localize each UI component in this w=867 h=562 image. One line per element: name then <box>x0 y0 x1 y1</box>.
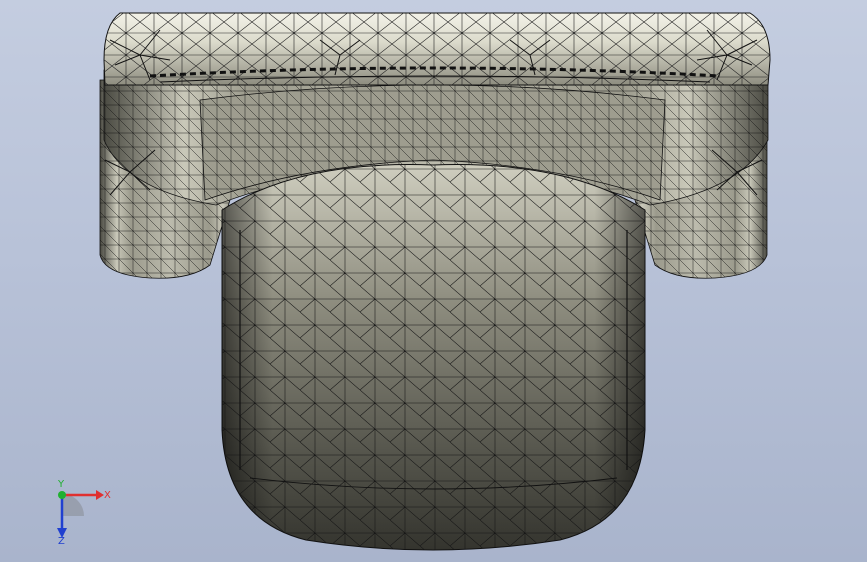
y-axis-label: Y <box>57 480 65 490</box>
triad-backdrop <box>62 494 84 516</box>
x-axis-label: X <box>104 490 111 501</box>
graphics-viewport[interactable]: X Y Z <box>0 0 867 562</box>
axis-triad: X Y Z <box>57 480 111 544</box>
mesh-model[interactable] <box>0 0 867 562</box>
z-axis-label: Z <box>58 536 65 544</box>
y-axis-dot <box>58 491 66 499</box>
x-axis-arrow <box>96 490 104 500</box>
